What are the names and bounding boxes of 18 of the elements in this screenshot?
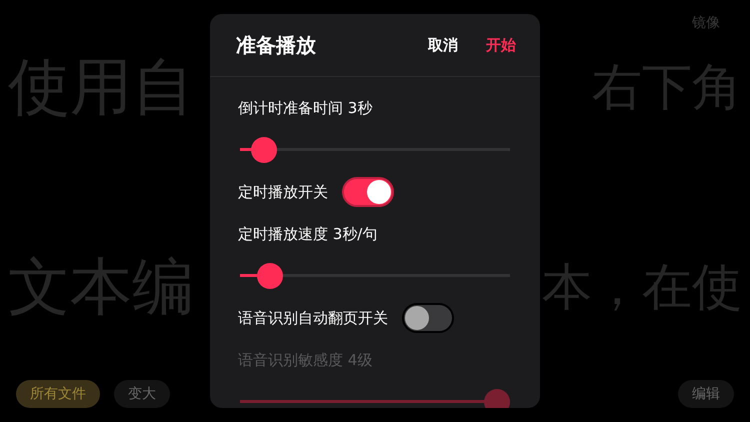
dialog-title: 准备播放: [236, 32, 317, 58]
cancel-button[interactable]: 取消: [428, 36, 458, 54]
slider[interactable]: [240, 263, 510, 289]
setting-label: 语音识别敏感度 4级: [238, 350, 372, 370]
slider[interactable]: [240, 137, 510, 163]
edit-button[interactable]: 编辑: [678, 380, 734, 408]
setting-label: 定时播放开关: [238, 182, 328, 202]
slider-thumb[interactable]: [256, 263, 283, 289]
setting-label: 倒计时准备时间 3秒: [238, 98, 372, 118]
setting-label: 语音识别自动翻页开关: [238, 308, 388, 328]
toggle-switch[interactable]: [402, 303, 454, 333]
slider-thumb[interactable]: [251, 137, 278, 163]
filter-chip[interactable]: 所有文件: [16, 380, 100, 408]
start-button[interactable]: 开始: [486, 36, 516, 54]
setting-label: 定时播放速度 3秒/句: [238, 224, 378, 244]
slider[interactable]: [240, 389, 510, 408]
filter-chip[interactable]: 变大: [114, 380, 170, 408]
toggle-switch[interactable]: [342, 177, 394, 207]
